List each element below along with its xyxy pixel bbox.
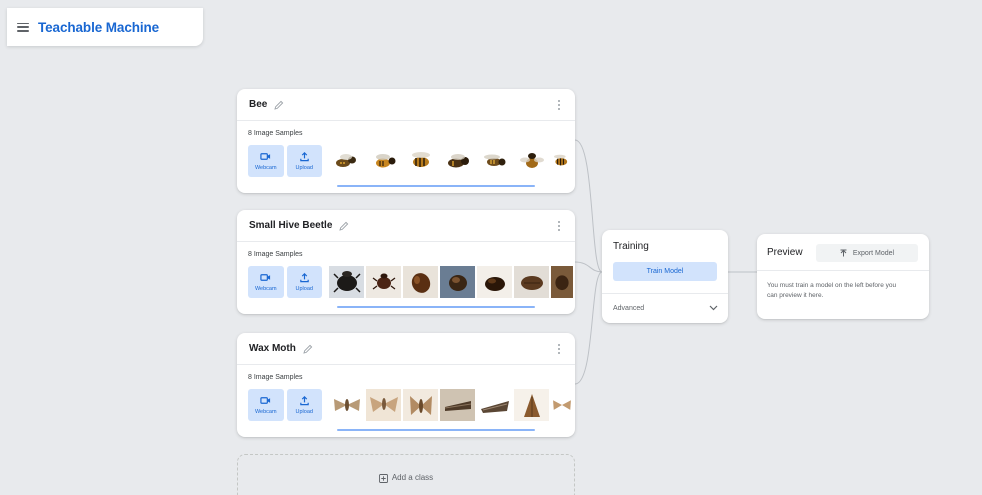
sample-thumbnails — [329, 266, 575, 298]
webcam-icon — [260, 153, 271, 160]
moth-thumbnail[interactable] — [329, 389, 364, 421]
advanced-label: Advanced — [613, 305, 645, 312]
moth-thumbnail[interactable] — [477, 389, 512, 421]
class-card-wax-moth: Wax Moth 8 Image Samples Webcam Upload — [237, 333, 575, 437]
upload-button[interactable]: Upload — [286, 145, 322, 177]
edit-pencil-icon[interactable] — [273, 99, 285, 111]
webcam-button[interactable]: Webcam — [248, 389, 284, 421]
bee-thumbnail[interactable] — [477, 145, 512, 177]
training-title: Training — [613, 241, 649, 252]
class-card-small-hive-beetle: Small Hive Beetle 8 Image Samples Webcam… — [237, 210, 575, 314]
beetle-thumbnail[interactable] — [514, 266, 549, 298]
edit-pencil-icon[interactable] — [338, 220, 350, 232]
moth-thumbnail[interactable] — [551, 389, 573, 421]
upload-icon — [299, 395, 309, 406]
preview-title: Preview — [767, 246, 803, 258]
upload-button[interactable]: Upload — [286, 266, 322, 298]
beetle-thumbnail[interactable] — [440, 266, 475, 298]
more-options-icon[interactable] — [558, 100, 561, 110]
add-box-icon — [378, 474, 388, 483]
bee-thumbnail[interactable] — [440, 145, 475, 177]
class-card-bee: Bee 8 Image Samples Webcam Upload — [237, 89, 575, 193]
webcam-button[interactable]: Webcam — [248, 145, 284, 177]
upload-button[interactable]: Upload — [286, 389, 322, 421]
training-panel: Training Train Model Advanced — [602, 230, 728, 323]
more-options-icon[interactable] — [558, 221, 561, 231]
beetle-thumbnail[interactable] — [329, 266, 364, 298]
advanced-toggle[interactable]: Advanced — [602, 293, 728, 323]
beetle-thumbnail[interactable] — [551, 266, 573, 298]
app-header: Teachable Machine — [7, 8, 203, 46]
webcam-icon — [260, 397, 271, 404]
edit-pencil-icon[interactable] — [302, 343, 314, 355]
moth-thumbnail[interactable] — [366, 389, 401, 421]
beetle-thumbnail[interactable] — [366, 266, 401, 298]
export-icon — [840, 249, 847, 257]
more-options-icon[interactable] — [558, 344, 561, 354]
webcam-icon — [260, 274, 271, 281]
preview-message: You must train a model on the left befor… — [767, 282, 897, 299]
webcam-button[interactable]: Webcam — [248, 266, 284, 298]
sample-thumbnails — [329, 389, 575, 421]
export-model-button[interactable]: Export Model — [816, 244, 918, 262]
bee-thumbnail[interactable] — [403, 145, 438, 177]
app-title[interactable]: Teachable Machine — [38, 20, 159, 35]
bee-thumbnail[interactable] — [551, 145, 573, 177]
bee-thumbnail[interactable] — [514, 145, 549, 177]
class-name[interactable]: Bee — [249, 99, 267, 110]
sample-count: 8 Image Samples — [248, 251, 303, 258]
class-name[interactable]: Wax Moth — [249, 343, 296, 354]
sample-thumbnails — [329, 145, 575, 177]
bee-thumbnail[interactable] — [329, 145, 364, 177]
train-model-button[interactable]: Train Model — [613, 262, 717, 281]
thumbnail-scrollbar[interactable] — [337, 185, 535, 187]
upload-icon — [299, 151, 309, 162]
bee-thumbnail[interactable] — [366, 145, 401, 177]
thumbnail-scrollbar[interactable] — [337, 306, 535, 308]
preview-panel: Preview Export Model You must train a mo… — [757, 234, 929, 319]
hamburger-menu-icon[interactable] — [17, 22, 29, 32]
thumbnail-scrollbar[interactable] — [337, 429, 535, 431]
class-name[interactable]: Small Hive Beetle — [249, 220, 332, 231]
beetle-thumbnail[interactable] — [403, 266, 438, 298]
moth-thumbnail[interactable] — [403, 389, 438, 421]
sample-count: 8 Image Samples — [248, 374, 303, 381]
upload-icon — [299, 272, 309, 283]
add-class-button[interactable]: Add a class — [237, 454, 575, 495]
beetle-thumbnail[interactable] — [477, 266, 512, 298]
sample-count: 8 Image Samples — [248, 130, 303, 137]
moth-thumbnail[interactable] — [440, 389, 475, 421]
chevron-down-icon — [709, 305, 718, 311]
moth-thumbnail[interactable] — [514, 389, 549, 421]
